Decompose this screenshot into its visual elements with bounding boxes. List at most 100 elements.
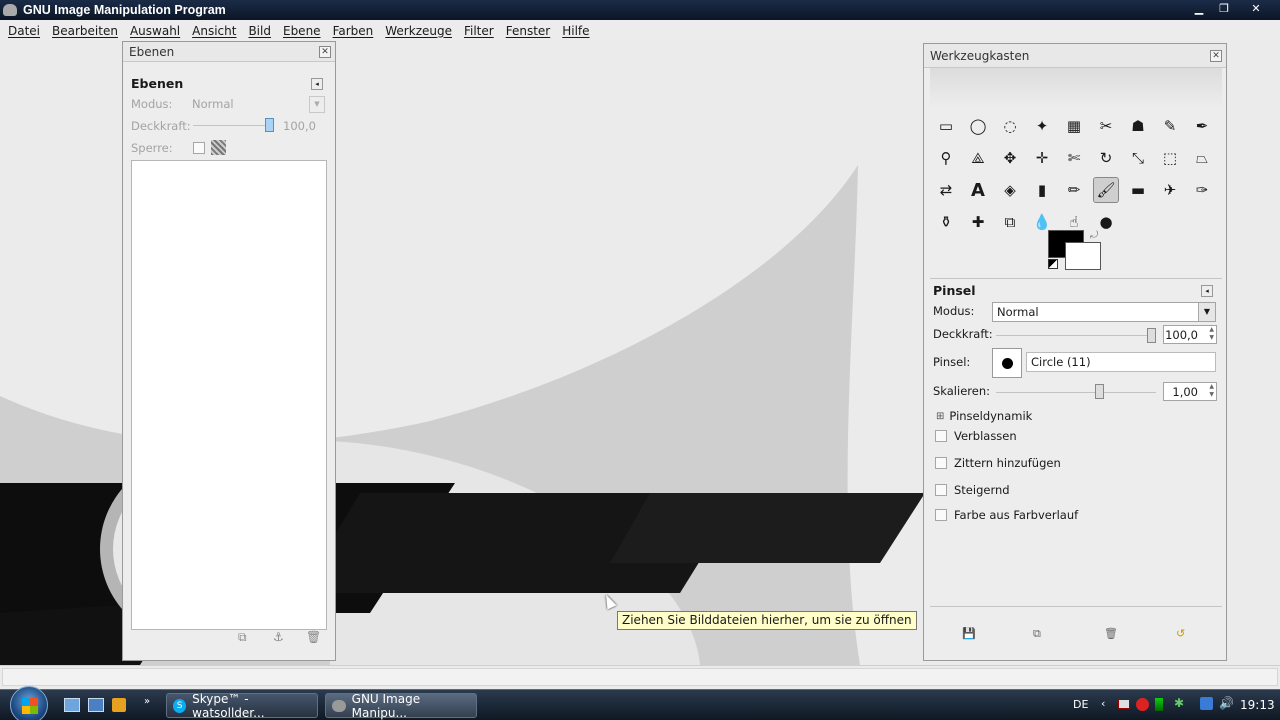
scale-handle[interactable] xyxy=(1095,384,1104,399)
free-select-icon[interactable]: ◌ xyxy=(997,113,1023,139)
menu-item-farben[interactable]: Farben xyxy=(327,24,380,38)
minimize-button[interactable]: ▁ xyxy=(1188,1,1210,18)
scissors-select-icon[interactable]: ✂ xyxy=(1093,113,1119,139)
color-select-icon[interactable]: ▦ xyxy=(1061,113,1087,139)
menu-item-bearbeiten[interactable]: Bearbeiten xyxy=(46,24,124,38)
blend-icon[interactable]: ▮ xyxy=(1029,177,1055,203)
rect-select-icon[interactable]: ▭ xyxy=(933,113,959,139)
heal-icon[interactable]: ✚ xyxy=(965,209,991,235)
tray-meter-icon[interactable] xyxy=(1155,698,1163,711)
option-checkbox[interactable] xyxy=(935,484,947,496)
option-checkbox[interactable] xyxy=(935,430,947,442)
duplicate-layer-icon[interactable]: ⧉ xyxy=(238,630,247,645)
layers-opacity-handle[interactable] xyxy=(265,118,274,132)
tool-mode-dropdown-icon[interactable]: ▼ xyxy=(1198,303,1215,321)
paintbrush-icon[interactable]: 🖌 xyxy=(1093,177,1119,203)
ink-icon[interactable]: ✑ xyxy=(1189,177,1215,203)
menu-item-fenster[interactable]: Fenster xyxy=(500,24,557,38)
option-row[interactable]: Zittern hinzufügen xyxy=(935,456,1061,470)
tray-expand-icon[interactable]: ‹ xyxy=(1101,697,1105,710)
layers-mode-dropdown-icon[interactable]: ▼ xyxy=(309,96,325,113)
tray-network-icon[interactable]: ✱ xyxy=(1174,696,1184,710)
bucket-fill-icon[interactable]: ◈ xyxy=(997,177,1023,203)
eraser-icon[interactable]: ▬ xyxy=(1125,177,1151,203)
bg-color-swatch[interactable] xyxy=(1065,242,1101,270)
clone-icon[interactable]: ⚱ xyxy=(933,209,959,235)
reset-tool-options-icon[interactable]: ↺ xyxy=(1176,627,1185,640)
tray-app-icon[interactable] xyxy=(1118,699,1130,709)
foreground-select-icon[interactable]: ☗ xyxy=(1125,113,1151,139)
close-button[interactable]: ✕ xyxy=(1238,1,1274,18)
scale-slider[interactable] xyxy=(996,392,1156,393)
perspective-icon[interactable]: ⏢ xyxy=(1189,145,1215,171)
delete-tool-options-icon[interactable]: 🗑 xyxy=(1104,627,1118,640)
menu-item-filter[interactable]: Filter xyxy=(458,24,500,38)
tool-opacity-handle[interactable] xyxy=(1147,328,1156,343)
default-colors-icon[interactable] xyxy=(1048,259,1058,269)
brush-preview[interactable] xyxy=(992,348,1022,378)
tray-display-icon[interactable] xyxy=(1200,697,1213,710)
quicklaunch-more-icon[interactable]: » xyxy=(144,696,150,707)
option-row[interactable]: Steigernd xyxy=(935,483,1010,497)
language-indicator[interactable]: DE xyxy=(1073,698,1088,711)
switch-windows-icon[interactable] xyxy=(88,698,104,712)
perspective-clone-icon[interactable]: ⧉ xyxy=(997,209,1023,235)
anchor-layer-icon[interactable]: ⚓ xyxy=(273,630,284,644)
brush-dynamics-expander[interactable]: ⊞ Pinseldynamik xyxy=(936,409,1032,423)
shear-icon[interactable]: ⬚ xyxy=(1157,145,1183,171)
tool-options-menu-icon[interactable]: ◂ xyxy=(1201,285,1213,297)
zoom-icon[interactable]: ⚲ xyxy=(933,145,959,171)
start-button[interactable] xyxy=(10,686,48,720)
menu-item-ebene[interactable]: Ebene xyxy=(277,24,327,38)
taskbar-item-skype[interactable]: S Skype™ - watsollder... xyxy=(166,692,318,720)
menu-item-hilfe[interactable]: Hilfe xyxy=(556,24,595,38)
move-icon[interactable]: ✥ xyxy=(997,145,1023,171)
tool-mode-select[interactable]: Normal xyxy=(992,302,1216,322)
layers-opacity-slider[interactable] xyxy=(193,125,273,126)
taskbar-item-gimp[interactable]: GNU Image Manipu... xyxy=(325,692,477,720)
scale-spinner[interactable]: 1,00 xyxy=(1163,382,1217,401)
toolbox-close-icon[interactable]: ✕ xyxy=(1210,50,1222,62)
layers-mode-value[interactable]: Normal xyxy=(192,97,234,111)
menu-item-auswahl[interactable]: Auswahl xyxy=(124,24,186,38)
taskbar-clock[interactable]: 19:13 xyxy=(1240,698,1275,712)
delete-layer-icon[interactable]: 🗑 xyxy=(306,630,321,644)
tool-opacity-spinner[interactable]: 100,0 xyxy=(1163,325,1217,344)
fuzzy-select-icon[interactable]: ✦ xyxy=(1029,113,1055,139)
ellipse-select-icon[interactable]: ◯ xyxy=(965,113,991,139)
maximize-button[interactable]: ❐ xyxy=(1213,1,1235,18)
text-icon[interactable]: A xyxy=(965,177,991,203)
tool-opacity-slider[interactable] xyxy=(996,335,1156,336)
option-checkbox[interactable] xyxy=(935,509,947,521)
layers-dock-close-icon[interactable]: ✕ xyxy=(319,46,331,58)
layers-list[interactable] xyxy=(131,160,327,630)
scale-icon[interactable]: ⤡ xyxy=(1125,145,1151,171)
pencil-icon[interactable]: ✏ xyxy=(1061,177,1087,203)
measure-icon[interactable]: ⟁ xyxy=(965,145,991,171)
lock-pixels-checkbox[interactable] xyxy=(193,142,205,154)
align-icon[interactable]: ✛ xyxy=(1029,145,1055,171)
airbrush-icon[interactable]: ✈ xyxy=(1157,177,1183,203)
layers-opacity-value[interactable]: 100,0 xyxy=(283,119,316,133)
option-row[interactable]: Verblassen xyxy=(935,429,1017,443)
menu-item-bild[interactable]: Bild xyxy=(242,24,277,38)
menu-item-ansicht[interactable]: Ansicht xyxy=(186,24,242,38)
restore-tool-options-icon[interactable]: ⧉ xyxy=(1033,627,1041,641)
rotate-icon[interactable]: ↻ xyxy=(1093,145,1119,171)
menu-item-werkzeuge[interactable]: Werkzeuge xyxy=(379,24,458,38)
media-player-icon[interactable] xyxy=(112,698,126,712)
option-checkbox[interactable] xyxy=(935,457,947,469)
tray-stop-icon[interactable] xyxy=(1136,698,1149,711)
menu-item-datei[interactable]: Datei xyxy=(2,24,46,38)
paths-icon[interactable]: ✎ xyxy=(1157,113,1183,139)
color-picker-icon[interactable]: ✒ xyxy=(1189,113,1215,139)
option-row[interactable]: Farbe aus Farbverlauf xyxy=(935,508,1078,522)
save-tool-options-icon[interactable]: 💾 xyxy=(962,627,976,640)
show-desktop-icon[interactable] xyxy=(64,698,80,712)
brush-name-field[interactable]: Circle (11) xyxy=(1026,352,1216,372)
volume-icon[interactable]: 🔊 xyxy=(1219,696,1234,710)
lock-alpha-icon[interactable] xyxy=(211,140,226,155)
layers-menu-icon[interactable]: ◂ xyxy=(311,78,323,90)
flip-icon[interactable]: ⇄ xyxy=(933,177,959,203)
crop-icon[interactable]: ✄ xyxy=(1061,145,1087,171)
